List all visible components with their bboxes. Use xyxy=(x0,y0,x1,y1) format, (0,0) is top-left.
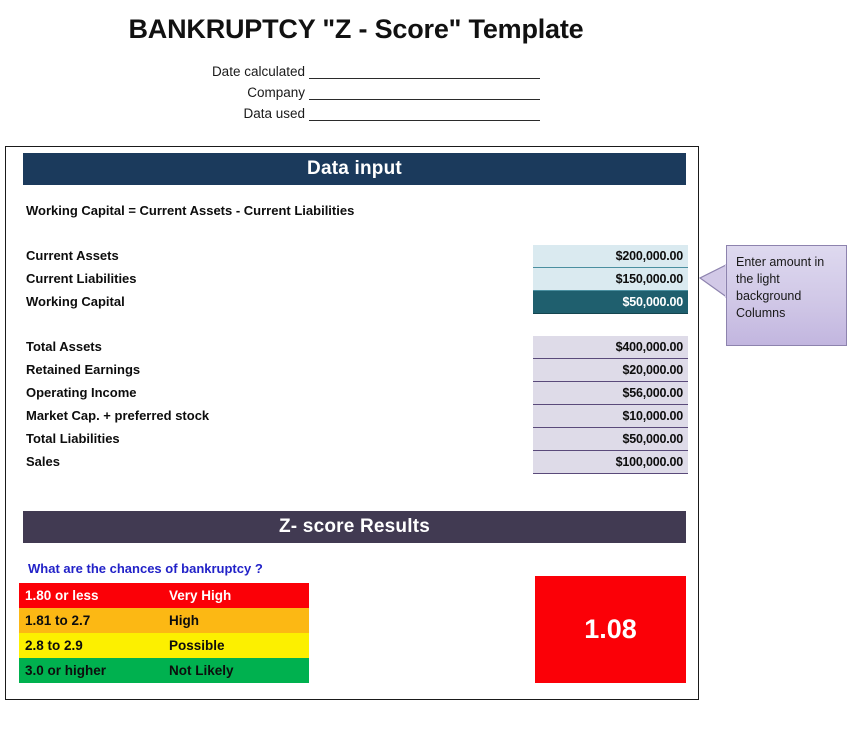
row-label-working-capital: Working Capital xyxy=(26,294,125,309)
bankruptcy-chances-question: What are the chances of bankruptcy ? xyxy=(28,561,263,576)
working-capital-block: Current Assets $200,000.00 Current Liabi… xyxy=(26,245,688,314)
z-score-result-value: 1.08 xyxy=(535,576,686,683)
legend-range-possible: 2.8 to 2.9 xyxy=(25,638,83,653)
table-row-total-assets[interactable]: Total Assets $400,000.00 xyxy=(26,336,688,359)
row-label-total-assets: Total Assets xyxy=(26,339,102,354)
form-label-company: Company xyxy=(247,85,305,100)
table-row-retained-earnings[interactable]: Retained Earnings $20,000.00 xyxy=(26,359,688,382)
row-value-total-liabilities[interactable]: $50,000.00 xyxy=(533,428,688,451)
legend-likelihood-not-likely: Not Likely xyxy=(169,663,234,678)
row-value-operating-income[interactable]: $56,000.00 xyxy=(533,382,688,405)
form-input-data-used[interactable] xyxy=(309,105,540,121)
form-row-date-calculated[interactable]: Date calculated xyxy=(150,60,540,79)
row-value-sales[interactable]: $100,000.00 xyxy=(533,451,688,474)
row-value-current-assets[interactable]: $200,000.00 xyxy=(533,245,688,268)
row-value-market-cap-preferred-stock[interactable]: $10,000.00 xyxy=(533,405,688,428)
working-capital-formula: Working Capital = Current Assets - Curre… xyxy=(26,203,355,218)
table-row-working-capital[interactable]: Working Capital $50,000.00 xyxy=(26,291,688,314)
worksheet-frame: Data input Working Capital = Current Ass… xyxy=(5,146,699,700)
callout-box: Enter amount in the light background Col… xyxy=(726,245,847,346)
row-label-current-liabilities: Current Liabilities xyxy=(26,271,137,286)
form-row-data-used[interactable]: Data used xyxy=(150,102,540,121)
page-title: BANKRUPTCY "Z - Score" Template xyxy=(128,14,584,44)
row-label-sales: Sales xyxy=(26,454,60,469)
table-row-operating-income[interactable]: Operating Income $56,000.00 xyxy=(26,382,688,405)
table-row-sales[interactable]: Sales $100,000.00 xyxy=(26,451,688,474)
form-input-date-calculated[interactable] xyxy=(309,63,540,79)
form-row-company[interactable]: Company xyxy=(150,81,540,100)
row-value-retained-earnings[interactable]: $20,000.00 xyxy=(533,359,688,382)
legend-row-high: 1.81 to 2.7 High xyxy=(19,608,309,633)
legend-likelihood-possible: Possible xyxy=(169,638,225,653)
bankruptcy-risk-legend: 1.80 or less Very High 1.81 to 2.7 High … xyxy=(19,583,309,683)
row-label-total-liabilities: Total Liabilities xyxy=(26,431,120,446)
form-label-date-calculated: Date calculated xyxy=(211,64,305,79)
financial-totals-block: Total Assets $400,000.00 Retained Earnin… xyxy=(26,336,688,474)
table-row-total-liabilities[interactable]: Total Liabilities $50,000.00 xyxy=(26,428,688,451)
table-row-current-liabilities[interactable]: Current Liabilities $150,000.00 xyxy=(26,268,688,291)
row-value-working-capital: $50,000.00 xyxy=(533,291,688,314)
section-header-data-input: Data input xyxy=(23,153,686,185)
legend-row-not-likely: 3.0 or higher Not Likely xyxy=(19,658,309,683)
row-label-current-assets: Current Assets xyxy=(26,248,119,263)
callout-enter-amount: Enter amount in the light background Col… xyxy=(698,245,847,346)
row-label-market-cap-preferred-stock: Market Cap. + preferred stock xyxy=(26,408,210,423)
row-label-retained-earnings: Retained Earnings xyxy=(26,362,141,377)
section-header-z-score-results: Z- score Results xyxy=(23,511,686,543)
legend-likelihood-very-high: Very High xyxy=(169,588,232,603)
form-label-data-used: Data used xyxy=(243,106,305,121)
table-row-market-cap-preferred-stock[interactable]: Market Cap. + preferred stock $10,000.00 xyxy=(26,405,688,428)
table-row-current-assets[interactable]: Current Assets $200,000.00 xyxy=(26,245,688,268)
legend-likelihood-high: High xyxy=(169,613,199,628)
callout-text: Enter amount in the light background Col… xyxy=(736,255,825,320)
header-form: Date calculated Company Data used xyxy=(150,60,540,123)
legend-range-very-high: 1.80 or less xyxy=(25,588,99,603)
form-input-company[interactable] xyxy=(309,84,540,100)
row-value-current-liabilities[interactable]: $150,000.00 xyxy=(533,268,688,291)
row-value-total-assets[interactable]: $400,000.00 xyxy=(533,336,688,359)
legend-range-high: 1.81 to 2.7 xyxy=(25,613,91,628)
legend-range-not-likely: 3.0 or higher xyxy=(25,663,107,678)
legend-row-possible: 2.8 to 2.9 Possible xyxy=(19,633,309,658)
legend-row-very-high: 1.80 or less Very High xyxy=(19,583,309,608)
row-label-operating-income: Operating Income xyxy=(26,385,137,400)
callout-tail-icon xyxy=(698,264,728,298)
